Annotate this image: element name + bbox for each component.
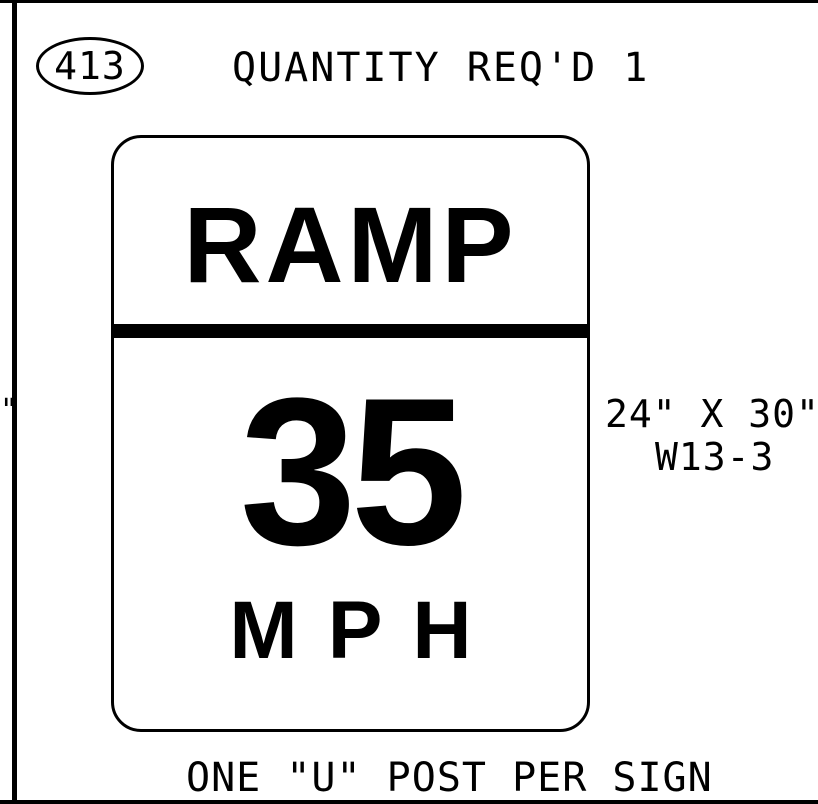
speed-sign: RAMP 35 MPH <box>111 135 590 732</box>
sign-dimensions: 24" X 30" <box>605 392 818 436</box>
sign-divider <box>114 324 587 338</box>
sign-code: W13-3 <box>655 435 775 479</box>
quantity-required: QUANTITY REQ'D 1 <box>232 45 650 91</box>
sign-speed-unit: MPH <box>229 585 502 676</box>
post-note: ONE "U" POST PER SIGN <box>186 755 713 801</box>
frame-top-border <box>0 0 818 3</box>
sign-number-oval: 413 <box>36 37 144 95</box>
sign-speed-value: 35 <box>239 354 468 589</box>
sign-top-text: RAMP <box>183 184 518 305</box>
sign-number: 413 <box>54 44 126 88</box>
left-margin-mark: " <box>0 393 19 428</box>
